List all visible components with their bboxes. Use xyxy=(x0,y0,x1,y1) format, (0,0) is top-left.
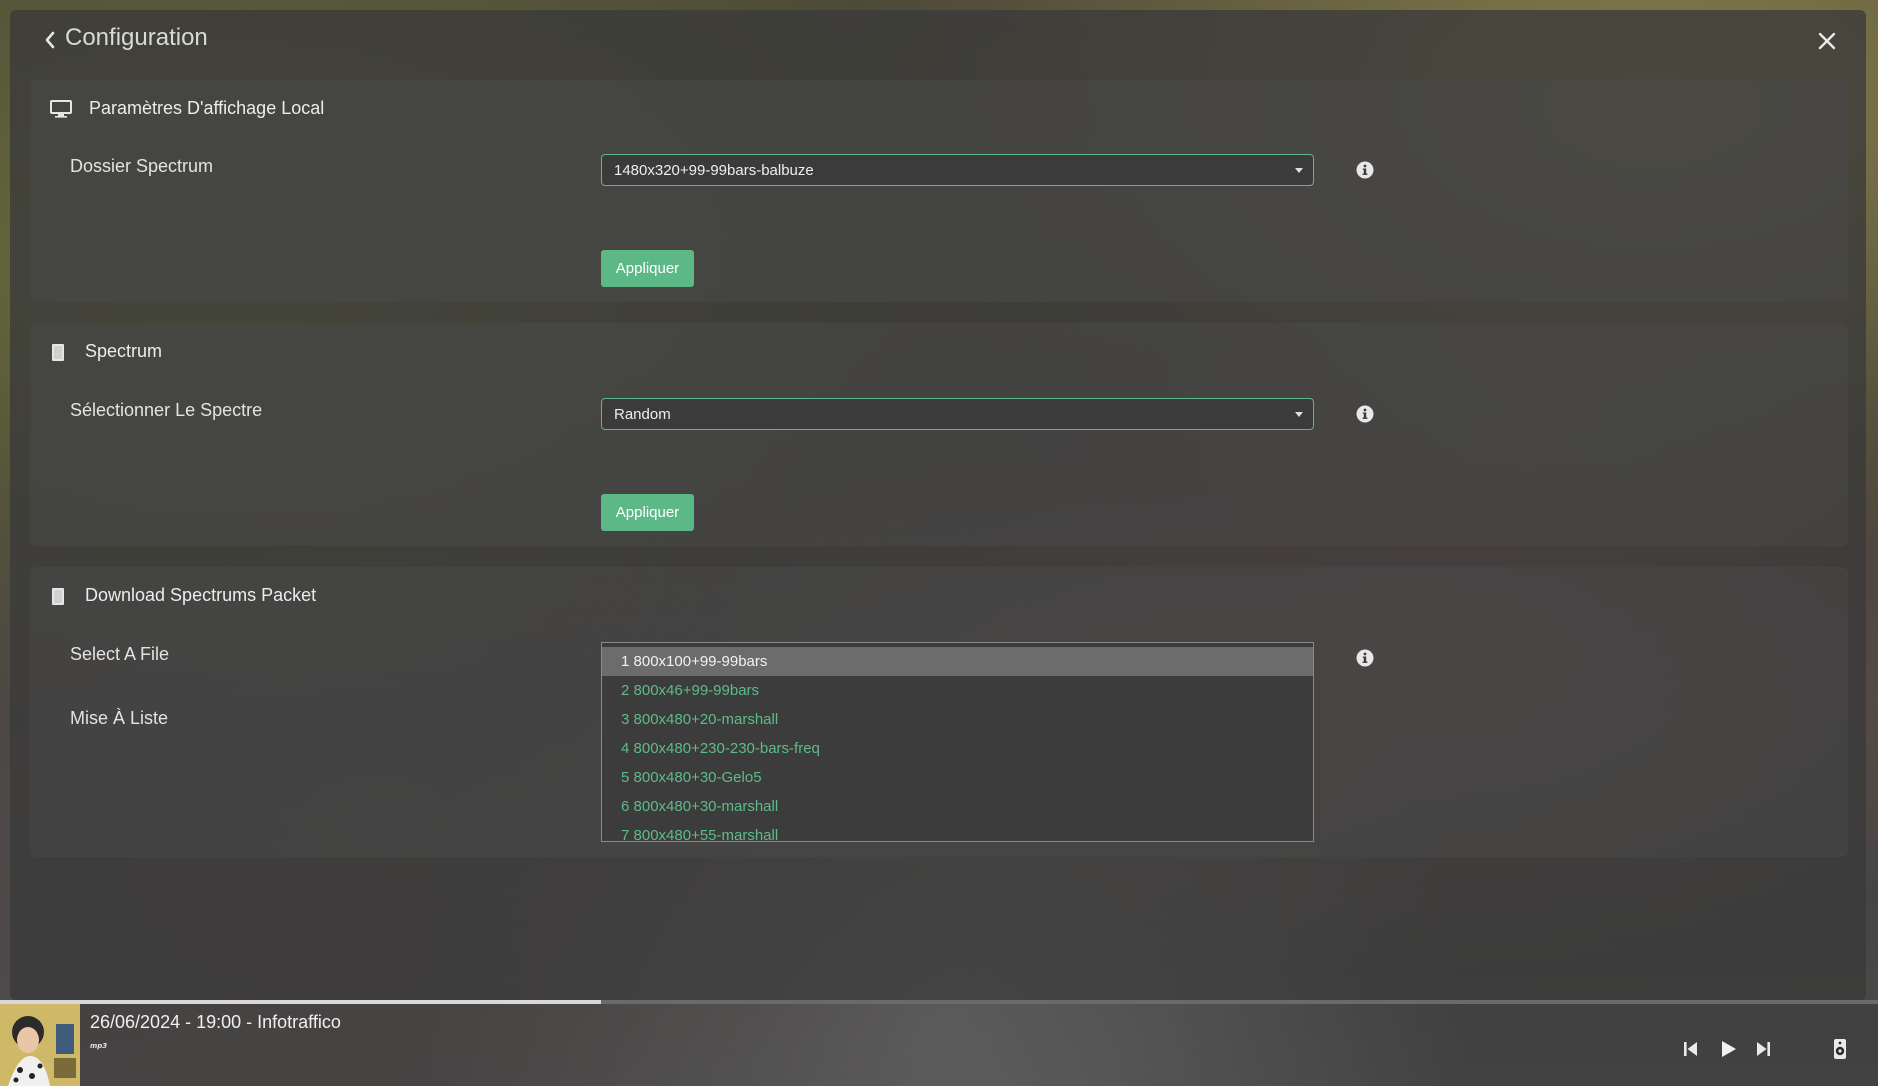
section-download-spectrums: Download Spectrums Packet Select A File … xyxy=(30,567,1848,857)
chevron-left-icon[interactable] xyxy=(40,28,60,52)
field-label-select-file: Select A File xyxy=(70,644,170,664)
section-title: Paramètres D'affichage Local xyxy=(89,98,325,118)
section-spectrum: Spectrum Sélectionner Le Spectre Random … xyxy=(30,323,1848,546)
modal-header: Configuration xyxy=(10,10,1866,70)
spectre-select[interactable]: Random xyxy=(601,398,1314,430)
skip-next-icon[interactable] xyxy=(1752,1038,1774,1060)
section-local-display: Paramètres D'affichage Local Dossier Spe… xyxy=(30,80,1848,302)
chevron-down-icon xyxy=(1295,168,1303,173)
dropdown-option[interactable]: 6 800x480+30-marshall xyxy=(602,792,1313,821)
monitor-icon xyxy=(50,100,74,120)
dropdown-option[interactable]: 7 800x480+55-marshall xyxy=(602,821,1313,841)
file-dropdown-list[interactable]: 1 800x100+99-99bars 2 800x46+99-99bars 3… xyxy=(601,642,1314,842)
file-icon xyxy=(50,343,74,363)
field-label-select-spectre: Sélectionner Le Spectre xyxy=(70,400,263,420)
track-title: 26/06/2024 - 19:00 - Infotraffico xyxy=(90,1012,341,1032)
chevron-down-icon xyxy=(1295,412,1303,417)
dropdown-option[interactable]: 4 800x480+230-230-bars-freq xyxy=(602,734,1313,763)
format-badge: mp3 xyxy=(90,1042,108,1050)
select-value: 1480x320+99-99bars-balbuze xyxy=(614,162,814,179)
file-icon xyxy=(50,587,74,607)
section-title: Download Spectrums Packet xyxy=(85,585,317,605)
info-icon[interactable] xyxy=(1356,161,1374,179)
info-icon[interactable] xyxy=(1356,649,1374,667)
page-title: Configuration xyxy=(65,24,208,51)
player-bar: 26/06/2024 - 19:00 - Infotraffico mp3 xyxy=(0,1004,1878,1086)
section-title: Spectrum xyxy=(85,341,163,361)
dossier-spectrum-select[interactable]: 1480x320+99-99bars-balbuze xyxy=(601,154,1314,186)
play-icon[interactable] xyxy=(1717,1038,1739,1060)
apply-button[interactable]: Appliquer xyxy=(601,250,694,287)
info-icon[interactable] xyxy=(1356,405,1374,423)
album-art[interactable] xyxy=(0,1004,80,1086)
field-label-mise-a-liste: Mise À Liste xyxy=(70,708,169,728)
select-value: Random xyxy=(614,406,671,423)
dropdown-option[interactable]: 1 800x100+99-99bars xyxy=(602,647,1313,676)
dropdown-option[interactable]: 5 800x480+30-Gelo5 xyxy=(602,763,1313,792)
configuration-modal: Configuration Paramètres D'affichage Loc… xyxy=(10,10,1866,1000)
apply-button[interactable]: Appliquer xyxy=(601,494,694,531)
dropdown-option[interactable]: 3 800x480+20-marshall xyxy=(602,705,1313,734)
dropdown-option[interactable]: 2 800x46+99-99bars xyxy=(602,676,1313,705)
close-icon[interactable] xyxy=(1816,30,1838,52)
skip-previous-icon[interactable] xyxy=(1680,1038,1702,1060)
speaker-icon[interactable] xyxy=(1829,1038,1851,1060)
field-label-dossier-spectrum: Dossier Spectrum xyxy=(70,156,214,176)
